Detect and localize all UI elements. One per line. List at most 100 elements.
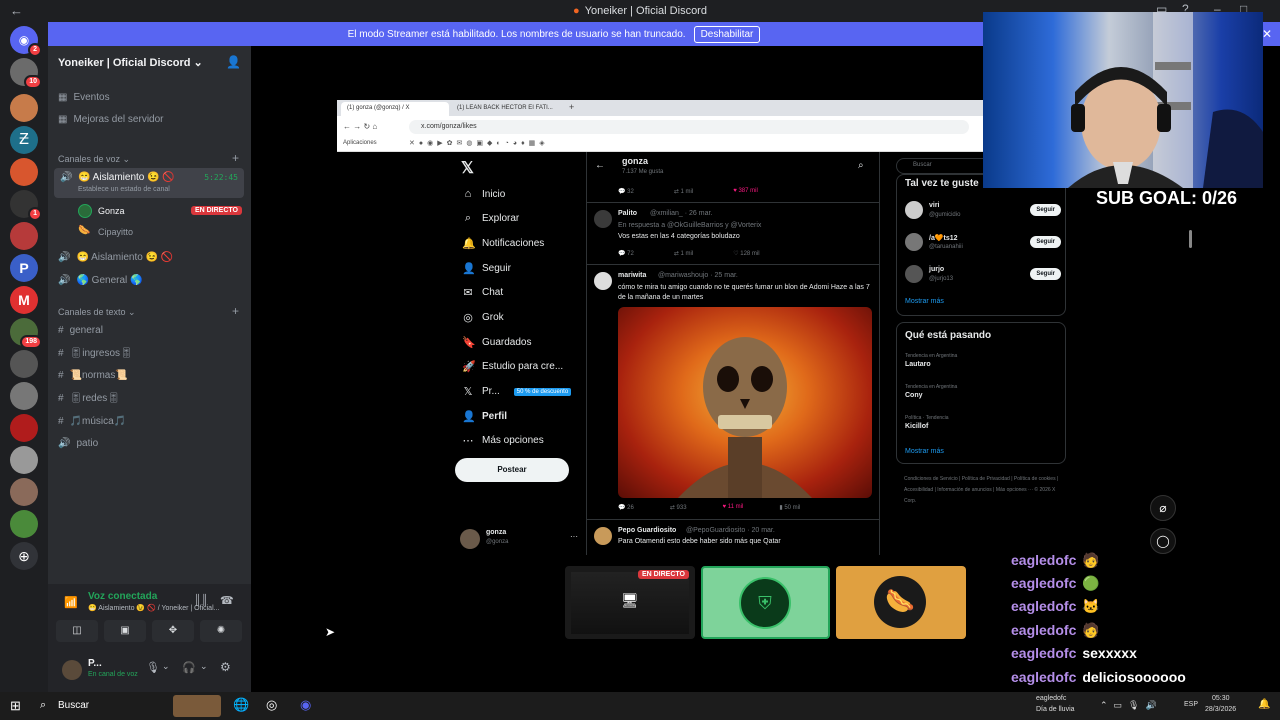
repost-count[interactable]: ⇄ 933 (670, 504, 687, 511)
post-button[interactable]: Postear (455, 458, 569, 482)
trend-item[interactable]: Tendencia en Argentina Cony (905, 384, 1061, 399)
boosts-item[interactable]: ▦ Mejoras del servidor (58, 114, 164, 125)
text-channel[interactable]: # 🎵música🎵 (58, 416, 126, 427)
server-icon[interactable]: 1 (10, 190, 42, 221)
text-channel[interactable]: # 🎚redes🎚 (58, 393, 120, 404)
active-voice-channel[interactable]: 🔊 😁 Aislamiento 😉 🚫 Establece un estado … (54, 168, 244, 198)
text-channel[interactable]: # general (58, 325, 103, 336)
server-icon[interactable]: P (10, 254, 38, 282)
tweet-image[interactable] (618, 307, 872, 498)
browser-tab-active[interactable]: (1) gonza (@gonzq) / X (341, 102, 449, 116)
add-text-channel-icon[interactable]: + (232, 304, 239, 318)
back-arrow-icon[interactable]: ← (595, 160, 605, 171)
bookmarks-apps[interactable]: Aplicaciones (343, 140, 377, 146)
like-count[interactable]: ♥ 11 mil (723, 504, 744, 511)
like-count[interactable]: ♥ 387 mil (733, 188, 758, 195)
repost-count[interactable]: ⇄ 1 mil (674, 188, 693, 195)
disconnect-icon[interactable]: ☎ (220, 594, 234, 607)
grok-float-icon[interactable]: ⌀ (1150, 495, 1176, 521)
nav-bookmarks[interactable]: 🔖 Guardados (462, 336, 531, 349)
trend-item[interactable]: Política · Tendencia Kicillof (905, 415, 1061, 430)
headphones-icon[interactable]: 🎧 (182, 661, 196, 674)
server-icon[interactable] (10, 446, 38, 474)
server-icon[interactable] (10, 222, 38, 250)
voice-status[interactable]: Voz conectada (88, 591, 157, 602)
add-member-icon[interactable]: 👤 (226, 55, 241, 69)
chevron-down-icon[interactable]: ⌄ (162, 661, 170, 672)
nav-follow[interactable]: 👤 Seguir (462, 262, 511, 275)
follow-button[interactable]: Seguir (1030, 204, 1061, 216)
text-channel[interactable]: # 🎚ingresos🎚 (58, 348, 133, 359)
nav-more[interactable]: ⋯ Más opciones (462, 434, 544, 447)
reply-count[interactable]: 💬 26 (618, 504, 634, 511)
clock-time[interactable]: 05:30 (1212, 695, 1230, 702)
follow-button[interactable]: Seguir (1030, 236, 1061, 248)
text-channel[interactable]: # 📜normas📜 (58, 370, 128, 381)
voice-user[interactable]: 🌭 Cipayitto (78, 225, 242, 241)
camera-off-icon[interactable]: ◫ (56, 620, 98, 642)
views-count[interactable]: ▮ 50 mil (779, 504, 800, 511)
avatar[interactable] (594, 272, 612, 290)
nav-grok[interactable]: ◎ Grok (462, 311, 503, 324)
tweet[interactable]: Palito @xmilian_ · 26 mar. En respuesta … (586, 203, 880, 263)
new-tab-icon[interactable]: + (569, 102, 574, 112)
url-bar[interactable]: x.com/gonza/likes (409, 120, 969, 134)
microphone-icon[interactable]: 🎙 (146, 661, 160, 674)
taskbar-search[interactable]: Buscar (58, 700, 89, 711)
events-item[interactable]: ▦ Eventos (58, 92, 110, 103)
text-channel[interactable]: 🔊 patio (58, 438, 98, 449)
server-icon[interactable] (10, 382, 38, 410)
chevron-down-icon[interactable]: ⌄ (200, 661, 208, 672)
server-header[interactable]: Yoneiker | Oficial Discord ⌄ (48, 46, 251, 80)
nav-chat[interactable]: ✉ Chat (462, 286, 503, 299)
settings-gear-icon[interactable]: ⚙ (220, 660, 231, 674)
tray-icons[interactable]: ⌃▭🎙🔊 (1100, 700, 1163, 711)
app-icon[interactable]: ◎ (266, 697, 277, 713)
windows-start-icon[interactable]: ⊞ (10, 698, 21, 714)
activities-icon[interactable]: ✥ (152, 620, 194, 642)
x-logo-icon[interactable]: 𝕏 (461, 158, 474, 178)
tweet-author[interactable]: Pepo Guardiosito (618, 527, 676, 534)
server-icon[interactable] (10, 478, 38, 506)
tweet-reply-to[interactable]: En respuesta a @OkGuilleBarrios y @Vorte… (618, 222, 761, 229)
tweet[interactable]: Pepo Guardiosito @PepoGuardiosito · 20 m… (586, 520, 880, 555)
discord-icon[interactable]: ◉ (300, 697, 311, 713)
avatar[interactable] (62, 660, 82, 680)
search-icon[interactable]: ⌕ (40, 699, 46, 712)
server-icon[interactable]: 10 (10, 58, 42, 89)
channel-status[interactable]: Establece un estado de canal (78, 186, 170, 193)
x-footer-links[interactable]: Condiciones de Servicio | Política de Pr… (904, 474, 1064, 507)
tweet[interactable]: mariwita @mariwashoujo · 25 mar. cómo te… (586, 265, 880, 518)
add-voice-channel-icon[interactable]: + (232, 151, 239, 165)
reply-count[interactable]: 💬 72 (618, 250, 634, 257)
server-icon[interactable]: Ƶ (10, 126, 38, 154)
direct-messages-icon[interactable]: ◉ 2 (10, 26, 42, 57)
user-tile[interactable]: ⛨ (701, 566, 830, 639)
bookmark-icons[interactable]: ✕●◉▶✿✉◍▣◆◐◔◕♦▦◈ (409, 139, 549, 147)
suggestion-row[interactable]: /a🧡ts12 @taruanahiii Seguir (905, 233, 1061, 255)
trend-item[interactable]: Tendencia en Argentina Lautaro (905, 353, 1061, 368)
close-icon[interactable]: ✕ (1262, 27, 1272, 41)
suggestion-row[interactable]: jurjo @jurjo13 Seguir (905, 265, 1061, 287)
nav-premium[interactable]: 𝕏 Pr... 50 % de descuento (462, 385, 572, 398)
nav-notifications[interactable]: 🔔 Notificaciones (462, 237, 544, 250)
browser-scrollbar-thumb[interactable] (1189, 230, 1192, 248)
voice-channel[interactable]: 🔊 😁 Aislamiento 😉 🚫 (58, 252, 173, 263)
suggestion-row[interactable]: viri @gumicidio Seguir (905, 201, 1061, 223)
text-category[interactable]: Canales de texto ⌄ (58, 307, 136, 318)
noise-suppression-icon[interactable]: ║║ (194, 595, 208, 606)
tweet-author[interactable]: mariwita (618, 272, 646, 279)
browser-tab[interactable]: (1) LEAN BACK HECTOR EI FATI... (451, 102, 563, 116)
repost-count[interactable]: ⇄ 1 mil (674, 250, 693, 257)
chrome-icon[interactable]: 🌐 (233, 697, 249, 713)
notification-bell-icon[interactable]: 🔔 (1258, 699, 1270, 710)
server-icon[interactable] (10, 158, 38, 186)
account-switcher[interactable]: gonza @gonza ··· (460, 528, 578, 550)
server-icon[interactable]: 198 (10, 318, 42, 349)
screen-share-icon[interactable]: ▣ (104, 620, 146, 642)
follow-button[interactable]: Seguir (1030, 268, 1061, 280)
nav-creator-studio[interactable]: 🚀 Estudio para cre... (462, 360, 563, 373)
avatar[interactable] (594, 210, 612, 228)
server-icon[interactable] (10, 350, 38, 378)
search-highlight-image[interactable] (173, 695, 221, 717)
